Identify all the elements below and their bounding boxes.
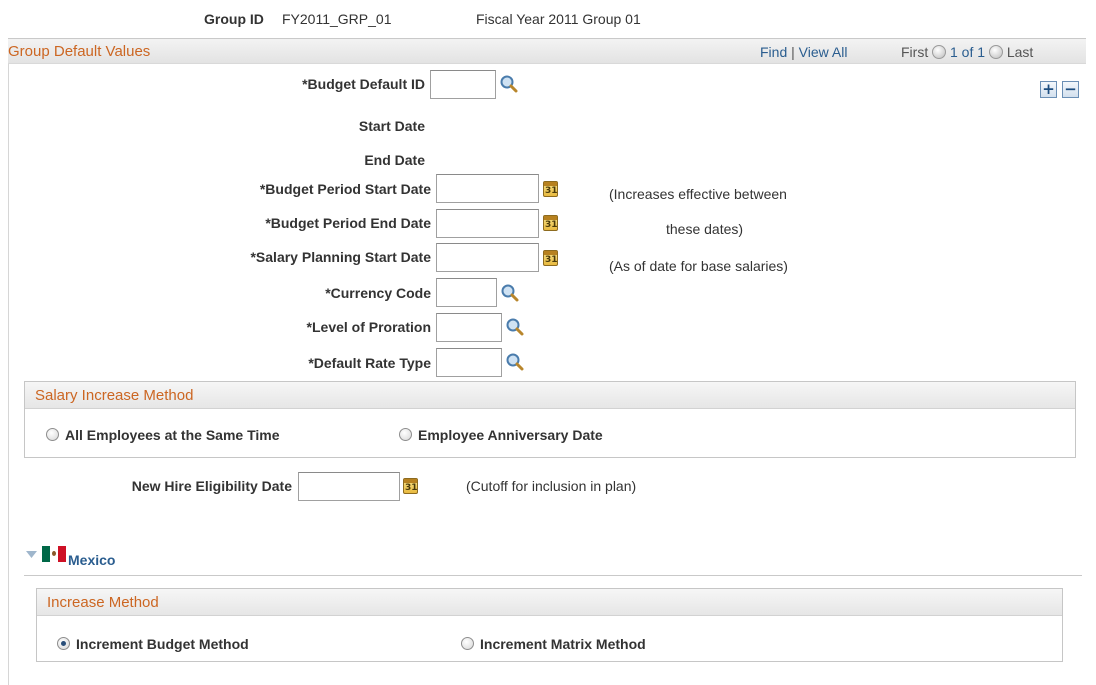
as-of-date-note: (As of date for base salaries) xyxy=(609,258,788,274)
next-arrow-icon[interactable] xyxy=(988,45,1003,59)
section-divider xyxy=(24,575,1082,576)
salary-planning-start-date-label: *Salary Planning Start Date xyxy=(250,249,431,265)
previous-arrow-icon[interactable] xyxy=(932,45,947,59)
budget-period-end-date-input[interactable] xyxy=(436,209,539,238)
increase-method-title: Increase Method xyxy=(47,594,159,611)
mexico-flag-icon xyxy=(42,546,66,562)
currency-code-lookup-icon[interactable] xyxy=(500,283,520,303)
budget-period-start-date-input[interactable] xyxy=(436,174,539,203)
end-date-label: End Date xyxy=(364,152,425,168)
triangle-down-icon[interactable] xyxy=(26,550,37,559)
default-rate-type-input[interactable] xyxy=(436,348,502,377)
level-of-proration-label: *Level of Proration xyxy=(306,319,431,335)
all-employees-radio[interactable] xyxy=(46,428,59,441)
salary-increase-method-header: Salary Increase Method xyxy=(25,382,1075,409)
calendar-icon[interactable] xyxy=(543,250,558,266)
group-id-label: Group ID xyxy=(204,11,264,27)
new-hire-eligibility-date-label: New Hire Eligibility Date xyxy=(131,478,292,494)
add-row-button[interactable]: + xyxy=(1040,81,1057,98)
new-hire-eligibility-date-input[interactable] xyxy=(298,472,400,501)
budget-period-end-date-label: *Budget Period End Date xyxy=(265,215,431,231)
mexico-section-link[interactable]: Mexico xyxy=(68,552,115,568)
start-date-label: Start Date xyxy=(358,118,425,134)
last-label: Last xyxy=(1006,44,1034,60)
find-link[interactable]: Find xyxy=(760,44,787,60)
calendar-icon[interactable] xyxy=(543,215,558,231)
default-rate-type-lookup-icon[interactable] xyxy=(505,352,525,372)
employee-anniversary-radio[interactable] xyxy=(399,428,412,441)
row-range: 1 of 1 xyxy=(950,44,986,60)
increment-matrix-method-label: Increment Matrix Method xyxy=(480,636,646,652)
currency-code-input[interactable] xyxy=(436,278,497,307)
all-employees-label: All Employees at the Same Time xyxy=(65,427,280,443)
budget-period-start-date-label: *Budget Period Start Date xyxy=(259,181,431,197)
level-of-proration-input[interactable] xyxy=(436,313,502,342)
budget-default-id-label: *Budget Default ID xyxy=(302,76,425,92)
salary-increase-method-box: Salary Increase Method All Employees at … xyxy=(24,381,1076,458)
salary-increase-method-title: Salary Increase Method xyxy=(35,387,194,404)
group-id-value: FY2011_GRP_01 xyxy=(282,11,392,27)
first-label: First xyxy=(901,44,929,60)
currency-code-label: *Currency Code xyxy=(325,285,431,301)
view-all-link[interactable]: View All xyxy=(799,44,848,60)
remove-row-button[interactable]: − xyxy=(1062,81,1079,98)
calendar-icon[interactable] xyxy=(403,478,418,494)
increment-budget-method-label: Increment Budget Method xyxy=(76,636,249,652)
page-frame-edge xyxy=(8,64,9,685)
level-of-proration-lookup-icon[interactable] xyxy=(505,317,525,337)
increases-note-line1: (Increases effective between xyxy=(609,186,787,202)
group-default-values-title: Group Default Values xyxy=(8,43,151,60)
budget-default-id-input[interactable] xyxy=(430,70,496,99)
increases-note-line2: these dates) xyxy=(666,221,744,237)
increment-matrix-method-radio[interactable] xyxy=(461,637,474,650)
increment-budget-method-radio[interactable] xyxy=(57,637,70,650)
budget-default-id-lookup-icon[interactable] xyxy=(499,74,519,94)
employee-anniversary-label: Employee Anniversary Date xyxy=(418,427,603,443)
calendar-icon[interactable] xyxy=(543,181,558,197)
default-rate-type-label: *Default Rate Type xyxy=(308,355,431,371)
cutoff-note: (Cutoff for inclusion in plan) xyxy=(466,478,637,494)
increase-method-header: Increase Method xyxy=(37,589,1062,616)
increase-method-box: Increase Method Increment Budget Method … xyxy=(36,588,1063,662)
group-description: Fiscal Year 2011 Group 01 xyxy=(476,11,641,27)
nav-separator: | xyxy=(791,44,795,60)
salary-planning-start-date-input[interactable] xyxy=(436,243,539,272)
group-default-values-header: Group Default Values Find | View All Fir… xyxy=(8,38,1086,64)
